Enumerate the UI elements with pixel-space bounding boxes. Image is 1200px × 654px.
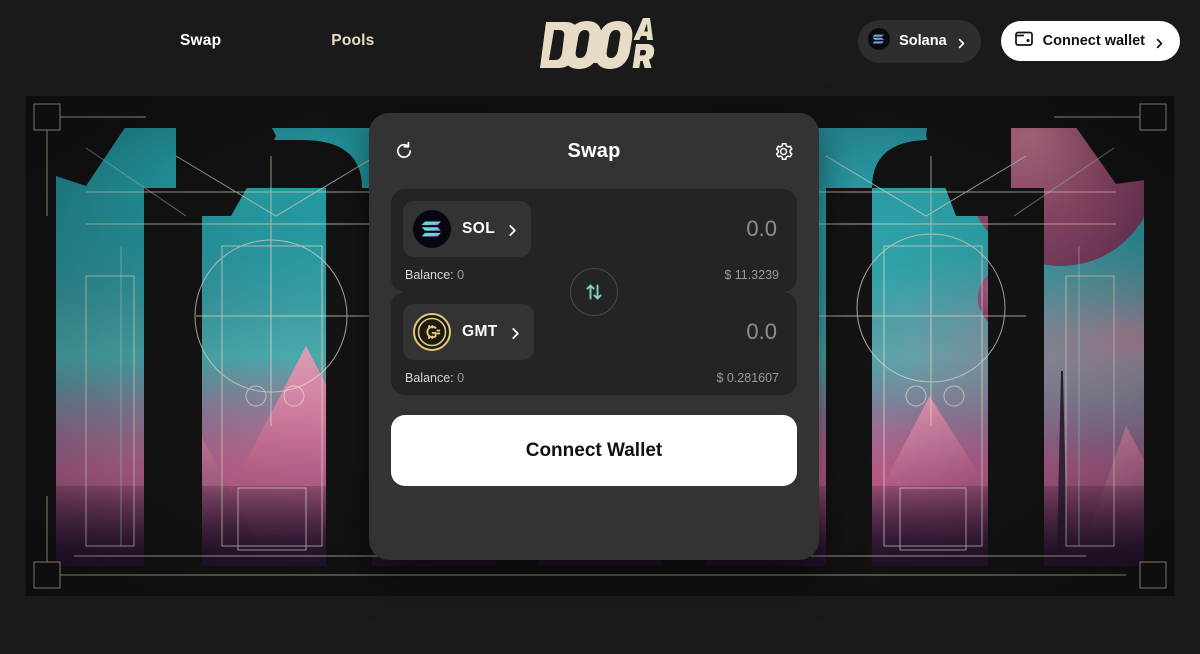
connect-wallet-header-button[interactable]: Connect wallet — [1000, 21, 1180, 61]
solana-icon — [868, 27, 891, 55]
swap-card-title: Swap — [567, 139, 621, 162]
swap-direction-icon[interactable] — [570, 268, 618, 316]
chevron-right-icon — [1154, 36, 1165, 48]
chevron-right-icon — [506, 224, 517, 236]
gear-icon[interactable] — [771, 138, 797, 164]
gmt-token-icon — [413, 313, 451, 351]
balance-to-label: Balance: — [405, 371, 454, 385]
swap-card-header: Swap — [391, 113, 797, 189]
app-root: Swap Pools Solana Connect wallet Swap SO… — [0, 0, 1200, 654]
wallet-icon — [1014, 30, 1034, 52]
balance-from-label: Balance: — [405, 268, 454, 282]
balance-from: Balance: 0 — [405, 268, 464, 282]
chevron-right-icon — [509, 327, 520, 339]
dooar-logo[interactable] — [540, 14, 660, 70]
header-actions: Solana Connect wallet — [858, 0, 1180, 82]
token-selector-to[interactable]: GMT — [403, 304, 534, 360]
solana-token-icon — [413, 210, 451, 248]
balance-from-value: 0 — [457, 268, 465, 282]
chain-name-label: Solana — [899, 33, 947, 49]
refresh-icon[interactable] — [391, 138, 417, 164]
nav-link-pools[interactable]: Pools — [331, 32, 374, 50]
usd-value-from: $ 11.3239 — [724, 268, 779, 282]
balance-to-value: 0 — [457, 371, 465, 385]
chevron-right-icon — [956, 36, 967, 48]
top-navigation-bar: Swap Pools Solana Connect wallet — [0, 0, 1200, 82]
connect-wallet-header-label: Connect wallet — [1042, 33, 1145, 49]
token-selector-from[interactable]: SOL — [403, 201, 532, 257]
chain-selector[interactable]: Solana — [858, 19, 981, 63]
swap-from-row: SOL — [403, 201, 783, 257]
swap-to-meta: Balance: 0 $ 0.281607 — [403, 371, 783, 385]
nav-links: Swap Pools — [180, 32, 375, 50]
swap-from-amount-input[interactable] — [593, 216, 783, 242]
usd-value-to: $ 0.281607 — [716, 371, 779, 385]
swap-to-amount-input[interactable] — [593, 319, 783, 345]
token-symbol-from: SOL — [462, 220, 496, 237]
swap-card: Swap SOL 0.0 Balance: 0 $ 11.3239 GMT 0.… — [369, 113, 819, 560]
nav-link-swap[interactable]: Swap — [180, 32, 221, 50]
token-symbol-to: GMT — [462, 323, 498, 340]
balance-to: Balance: 0 — [405, 371, 464, 385]
connect-wallet-button[interactable]: Connect Wallet — [391, 415, 797, 486]
